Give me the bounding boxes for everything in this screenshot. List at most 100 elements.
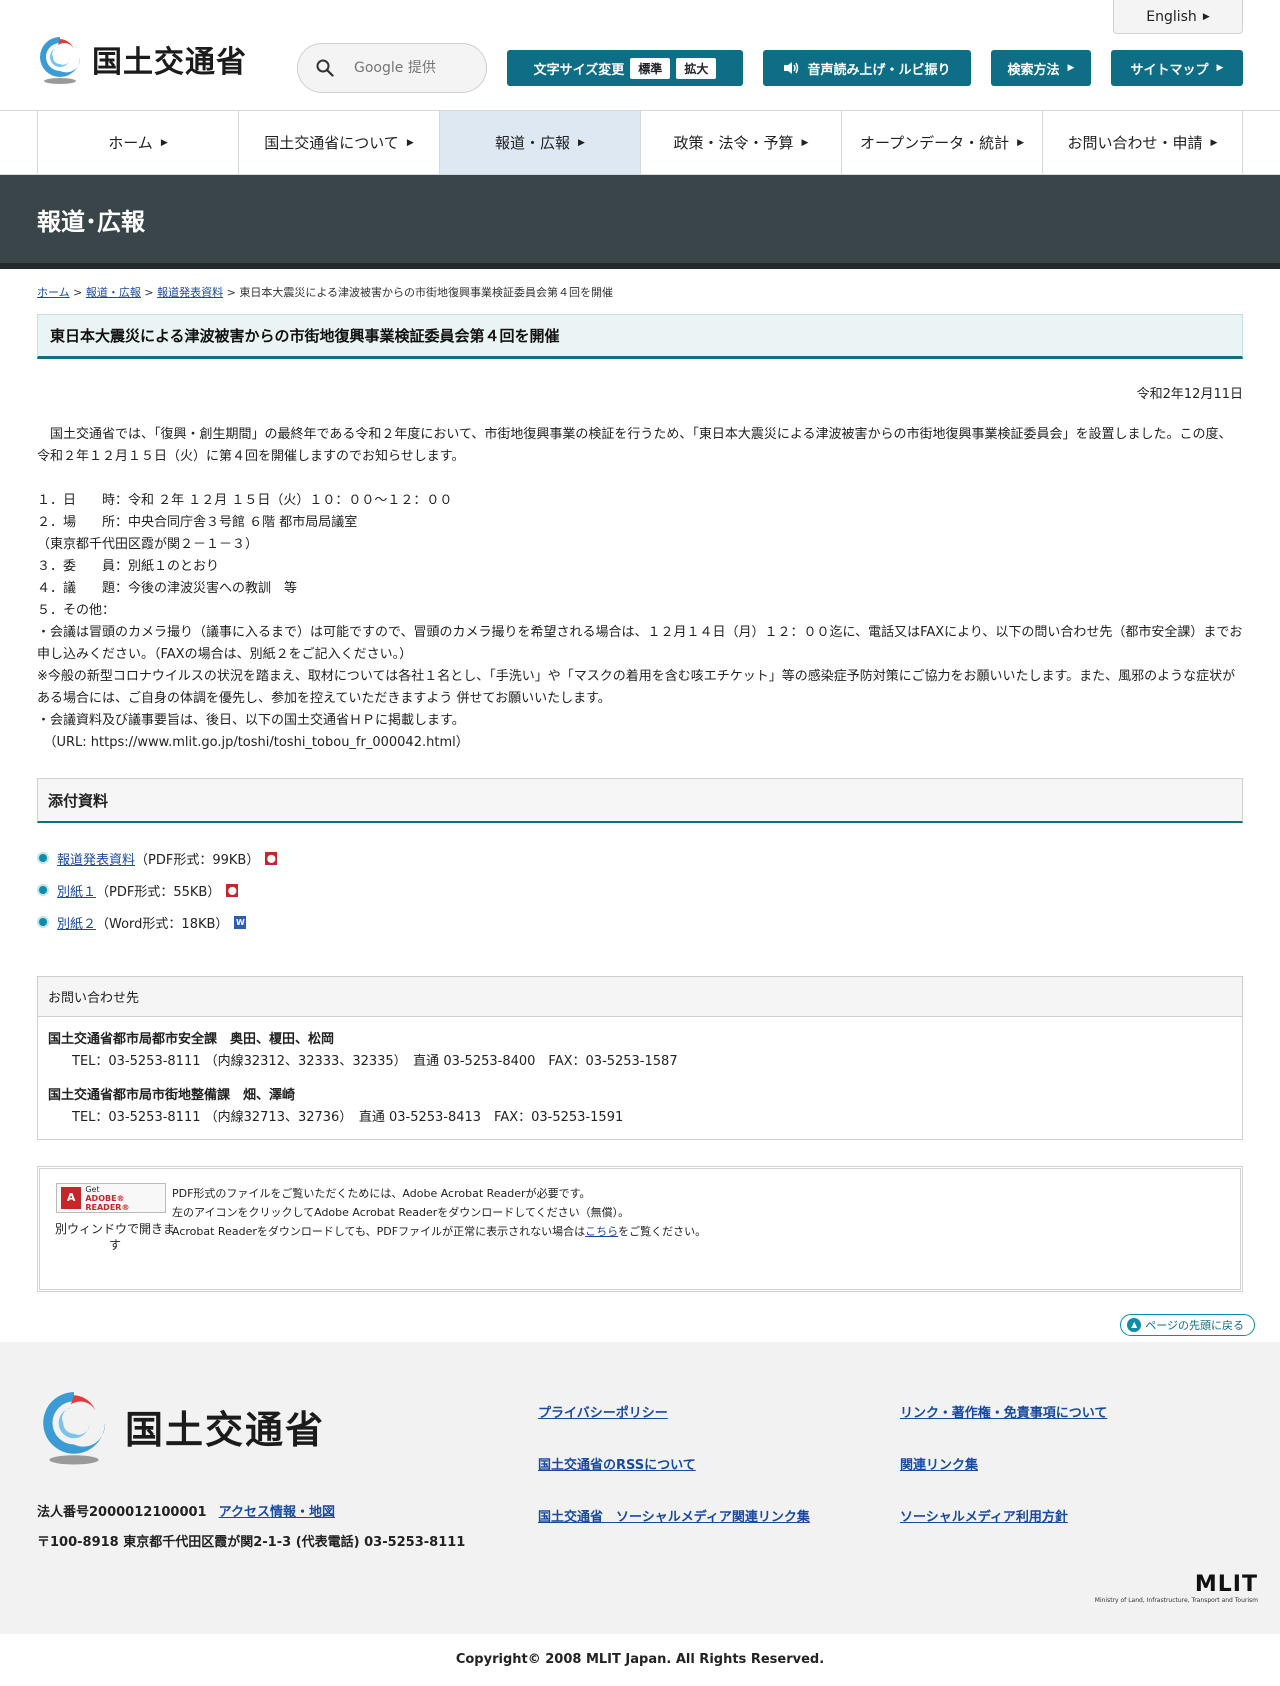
nav-item-home[interactable]: ホーム ▶: [37, 111, 238, 174]
nav-item-label: 政策・法令・予算: [673, 134, 794, 152]
back-to-top-button[interactable]: ▲ ページの先頭に戻る: [1120, 1314, 1255, 1336]
article-body: 国土交通省では、「復興・創生期間」の最終年である令和２年度において、市街地復興事…: [37, 424, 1243, 754]
new-window-note: 別ウィンドウで開きます: [54, 1222, 175, 1252]
font-size-label: 文字サイズ変更: [533, 62, 625, 78]
footer-link-copyright[interactable]: リンク・著作権・免責事項について: [900, 1402, 1140, 1421]
pdf-icon: ⬤: [265, 851, 278, 865]
reader-line-text: をご覧ください。: [618, 1225, 707, 1238]
attachment-link-press[interactable]: 報道発表資料: [57, 849, 135, 868]
nav-item-label: ホーム: [108, 134, 153, 152]
breadcrumb-news-link[interactable]: 報道・広報: [86, 286, 141, 299]
footer-link-social[interactable]: 国土交通省 ソーシャルメディア関連リンク集: [538, 1506, 900, 1525]
breadcrumb-current: 東日本大震災による津波被害からの市街地復興事業検証委員会第４回を開催: [239, 286, 613, 299]
breadcrumb-releases-link[interactable]: 報道発表資料: [157, 286, 223, 299]
page-title: 東日本大震災による津波被害からの市街地復興事業検証委員会第４回を開催: [37, 314, 1243, 359]
contact-heading: お問い合わせ先: [38, 977, 1242, 1017]
mlit-logo-icon: [40, 37, 81, 84]
main-content: ホーム > 報道・広報 > 報道発表資料 > 東日本大震災による津波被害からの市…: [37, 284, 1243, 1292]
breadcrumb-separator: >: [73, 286, 86, 299]
voice-reading-label: 音声読み上げ・ルビ振り: [807, 62, 951, 78]
site-footer: 国土交通省 法人番号2000012100001 アクセス情報・地図 〒100-89…: [0, 1342, 1280, 1634]
article-note-camera: ・会議は冒頭のカメラ撮り（議事に入るまで）は可能ですので、冒頭のカメラ撮りを希望…: [37, 625, 1243, 662]
attachment-info: （PDF形式：55KB）: [96, 884, 221, 900]
attachment-info: （Word形式：18KB）: [96, 916, 229, 932]
nav-item-opendata[interactable]: オープンデータ・統計 ▶: [841, 111, 1042, 174]
article-item-agenda: ４．議 題：今後の津波災害への教訓 等: [37, 581, 298, 596]
mlit-wordmark-subtext: Ministry of Land, Infrastructure, Transp…: [1094, 1597, 1258, 1604]
sitemap-button[interactable]: サイトマップ ▶: [1111, 50, 1243, 86]
triangle-right-icon: ▶: [160, 137, 168, 148]
attachment-info: （PDF形式：99KB）: [135, 852, 260, 868]
search-icon[interactable]: [316, 59, 334, 77]
voice-reading-button[interactable]: 音声読み上げ・ルビ振り: [763, 50, 971, 86]
breadcrumb-separator: >: [144, 286, 158, 299]
triangle-right-icon: ▶: [578, 137, 585, 148]
corp-number: 法人番号2000012100001: [37, 1505, 207, 1520]
reader-line: 左のアイコンをクリックしてAdobe Acrobat Readerをダウンロード…: [172, 1206, 630, 1219]
adobe-reader-box: A Get ADOBE® READER® 別ウィンドウで開きます PDF形式のファ…: [37, 1166, 1243, 1292]
speaker-icon: [784, 62, 799, 74]
search-method-button[interactable]: 検索方法 ▶: [991, 50, 1091, 86]
adobe-badge-get: Get: [85, 1184, 100, 1194]
list-item: 報道発表資料 （PDF形式：99KB） ⬤: [37, 842, 1243, 874]
arrow-up-icon: ▲: [1127, 1318, 1142, 1332]
nav-item-news[interactable]: 報道・広報 ▶: [439, 111, 640, 174]
font-size-standard-button[interactable]: 標準: [630, 57, 671, 79]
global-nav: ホーム ▶ 国土交通省について ▶ 報道・広報 ▶ 政策・法令・予算 ▶ オープンデータ…: [0, 111, 1280, 175]
contact-box: お問い合わせ先 国土交通省都市局都市安全課 奥田、榎田、松岡 TEL：03-52…: [37, 976, 1243, 1140]
get-adobe-reader-button[interactable]: A Get ADOBE® READER®: [56, 1183, 166, 1213]
nav-item-label: 報道・広報: [495, 134, 571, 152]
footer-logo-text: 国土交通省: [125, 1407, 326, 1452]
site-logo-text: 国土交通省: [92, 45, 247, 80]
footer-logo[interactable]: 国土交通省: [37, 1386, 325, 1466]
attachment-link-annex2[interactable]: 別紙２: [57, 913, 96, 932]
bullet-icon: [37, 916, 49, 928]
back-to-top-label: ページの先頭に戻る: [1145, 1319, 1244, 1332]
copyright: Copyright© 2008 MLIT Japan. All Rights R…: [0, 1634, 1280, 1686]
footer-link-rss[interactable]: 国土交通省のRSSについて: [538, 1454, 900, 1473]
article-note-url: （URL: https://www.mlit.go.jp/toshi/toshi…: [37, 735, 469, 750]
pdf-icon: ⬤: [226, 883, 239, 897]
article-item-other: ５．その他：: [37, 603, 116, 618]
site-logo-link[interactable]: 国土交通省: [36, 33, 247, 85]
article-item-place: ２．場 所：中央合同庁舎３号館 ６階 都市局局議室: [37, 515, 358, 530]
contact-org: 国土交通省都市局市街地整備課 畑、澤崎: [48, 1088, 296, 1103]
english-button[interactable]: English ▶: [1113, 0, 1243, 34]
contact-tel: TEL：03-5253-8111 （内線32312、32333、32335） 直…: [72, 1054, 678, 1069]
triangle-right-icon: ▶: [1202, 11, 1210, 22]
font-size-large-button[interactable]: 拡大: [676, 57, 717, 79]
footer-link-related[interactable]: 関連リンク集: [900, 1454, 1140, 1473]
mlit-wordmark-text: MLIT: [1194, 1572, 1258, 1597]
font-size-control: 文字サイズ変更 標準 拡大: [507, 50, 743, 86]
search-input[interactable]: [354, 60, 474, 76]
site-header: 国土交通省 English ▶ 文字サイズ変更 標準 拡大 音声読み上げ・ルビ振…: [0, 0, 1280, 111]
contact-body: 国土交通省都市局都市安全課 奥田、榎田、松岡 TEL：03-5253-8111 …: [38, 1017, 1242, 1139]
footer-link-social-policy[interactable]: ソーシャルメディア利用方針: [900, 1506, 1140, 1525]
nav-item-label: 国土交通省について: [264, 134, 399, 152]
footer-link-privacy[interactable]: プライバシーポリシー: [538, 1402, 900, 1421]
search-method-label: 検索方法: [1007, 62, 1060, 78]
contact-org: 国土交通省都市局都市安全課 奥田、榎田、松岡: [48, 1032, 335, 1047]
breadcrumb: ホーム > 報道・広報 > 報道発表資料 > 東日本大震災による津波被害からの市…: [37, 284, 1243, 300]
triangle-right-icon: ▶: [1210, 137, 1218, 148]
article-intro: 国土交通省では、「復興・創生期間」の最終年である令和２年度において、市街地復興事…: [37, 427, 1232, 464]
english-label: English: [1146, 8, 1197, 25]
mlit-wordmark: MLIT Ministry of Land, Infrastructure, T…: [1095, 1572, 1258, 1604]
contact-tel: TEL：03-5253-8111 （内線32713、32736） 直通 03-5…: [72, 1110, 624, 1125]
reader-instructions: PDF形式のファイルをご覧いただくためには、Adobe Acrobat Read…: [172, 1184, 706, 1241]
triangle-right-icon: ▶: [1216, 63, 1224, 73]
reader-help-link[interactable]: こちら: [585, 1225, 618, 1238]
nav-item-label: オープンデータ・統計: [859, 134, 1010, 152]
reader-line-text: Acrobat Readerをダウンロードしても、PDFファイルが正常に表示され…: [172, 1225, 586, 1238]
nav-item-policy[interactable]: 政策・法令・予算 ▶: [640, 111, 841, 174]
bullet-icon: [37, 852, 49, 864]
breadcrumb-home-link[interactable]: ホーム: [37, 286, 70, 299]
nav-item-about[interactable]: 国土交通省について ▶: [238, 111, 439, 174]
access-map-link[interactable]: アクセス情報・地図: [219, 1505, 335, 1520]
nav-item-contact[interactable]: お問い合わせ・申請 ▶: [1042, 111, 1243, 174]
attachments-list: 報道発表資料 （PDF形式：99KB） ⬤ 別紙１ （PDF形式：55KB） ⬤…: [37, 842, 1243, 938]
attachment-link-annex1[interactable]: 別紙１: [57, 881, 96, 900]
footer-corp-line: 法人番号2000012100001 アクセス情報・地図: [37, 1498, 465, 1528]
article-note-covid: ※今般の新型コロナウイルスの状況を踏まえ、取材については各社１名とし、「手洗い」…: [37, 669, 1236, 706]
